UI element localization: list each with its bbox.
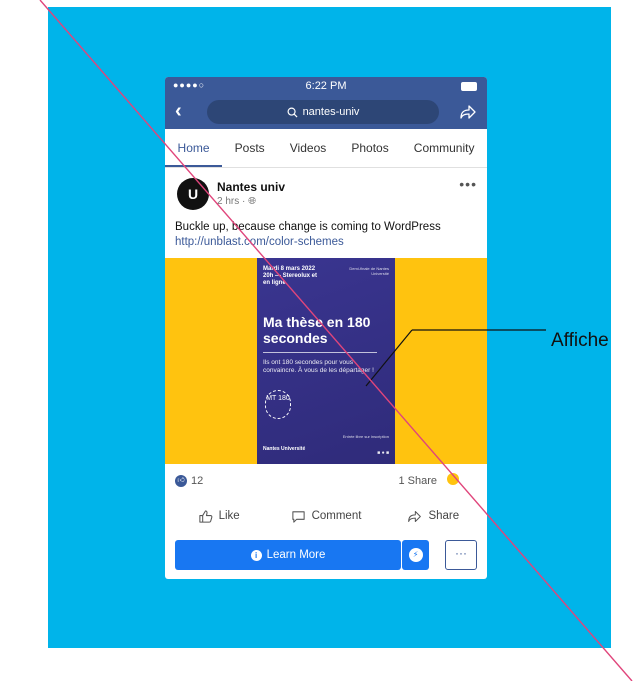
- event-poster: Mardi 8 mars 2022 20h — Stereolux et en …: [257, 258, 395, 464]
- poster-title: Ma thèse en 180 secondes: [263, 314, 371, 346]
- comment-icon: [291, 510, 305, 523]
- search-text: nantes-univ: [302, 106, 360, 118]
- phone-mockup: ●●●●○ 6:22 PM ‹ nantes-univ Home Posts V…: [165, 77, 487, 579]
- comment-label: Comment: [311, 510, 362, 522]
- post-meta: 2 hrs · 🌐︎: [217, 196, 256, 207]
- tab-videos[interactable]: Videos: [277, 129, 339, 167]
- share-count[interactable]: 1 Share: [398, 475, 437, 487]
- share-arrow-icon: [408, 510, 422, 522]
- search-icon: [287, 107, 298, 118]
- reactions-count[interactable]: 12: [191, 475, 203, 487]
- poster-divider: [263, 352, 377, 353]
- like-button[interactable]: Like: [165, 501, 272, 531]
- tab-photos[interactable]: Photos: [339, 129, 401, 167]
- share-button[interactable]: Share: [380, 501, 487, 531]
- callout-label: Affiche: [551, 330, 609, 351]
- status-bar: ●●●●○ 6:22 PM: [165, 77, 487, 95]
- tab-posts[interactable]: Posts: [222, 129, 277, 167]
- cta-more-button[interactable]: ···: [445, 540, 477, 570]
- yellow-dot: [447, 473, 459, 485]
- post-image[interactable]: Mardi 8 mars 2022 20h — Stereolux et en …: [165, 258, 487, 464]
- like-label: Like: [218, 510, 240, 522]
- tab-community[interactable]: Community: [401, 129, 487, 167]
- more-options-icon[interactable]: •••: [459, 176, 477, 192]
- page-name[interactable]: Nantes univ: [217, 180, 285, 194]
- clock: 6:22 PM: [305, 80, 347, 92]
- mt180-logo: MT 180: [265, 390, 291, 419]
- messenger-icon: ⚡︎: [408, 548, 423, 562]
- learn-more-label: Learn More: [266, 549, 326, 561]
- comment-button[interactable]: Comment: [272, 501, 379, 531]
- share-icon[interactable]: [459, 103, 477, 121]
- tab-home[interactable]: Home: [165, 129, 223, 167]
- post-link[interactable]: http://unblast.com/color-schemes: [175, 235, 480, 250]
- share-label: Share: [428, 510, 460, 522]
- engagement-counts: 👍︎ 12 1 Share: [165, 475, 487, 491]
- poster-description: Ils ont 180 secondes pour vous convaincr…: [263, 359, 374, 374]
- page-tabs: Home Posts Videos Photos Community: [165, 129, 487, 168]
- thumbs-up-icon: [198, 509, 212, 523]
- back-icon[interactable]: ‹: [175, 100, 182, 123]
- poster-date: Mardi 8 mars 2022 20h — Stereolux et en …: [263, 266, 318, 286]
- navbar: ‹ nantes-univ: [165, 95, 487, 129]
- poster-side-text: Demi-finale de Nantes Université: [349, 266, 389, 276]
- avatar[interactable]: U: [177, 178, 209, 210]
- partner-logos: ■ ● ■: [377, 450, 389, 456]
- learn-more-button[interactable]: i Learn More: [175, 540, 401, 570]
- messenger-button[interactable]: ⚡︎: [402, 540, 429, 570]
- post-header: U Nantes univ 2 hrs · 🌐︎ •••: [165, 168, 487, 218]
- battery-icon: [461, 82, 477, 91]
- post-time: 2 hrs ·: [217, 196, 249, 207]
- post-text: Buckle up, because change is coming to W…: [175, 220, 480, 250]
- info-icon: i: [250, 549, 262, 561]
- poster-footer-text: Entrée libre sur inscription: [342, 434, 389, 439]
- like-reaction-icon: 👍︎: [175, 475, 187, 487]
- search-bar[interactable]: nantes-univ: [207, 100, 439, 124]
- university-logo: Nantes Université: [263, 446, 306, 452]
- post-body: Buckle up, because change is coming to W…: [175, 221, 441, 233]
- globe-icon: 🌐︎: [248, 196, 257, 207]
- post-actions: Like Comment Share: [165, 501, 487, 531]
